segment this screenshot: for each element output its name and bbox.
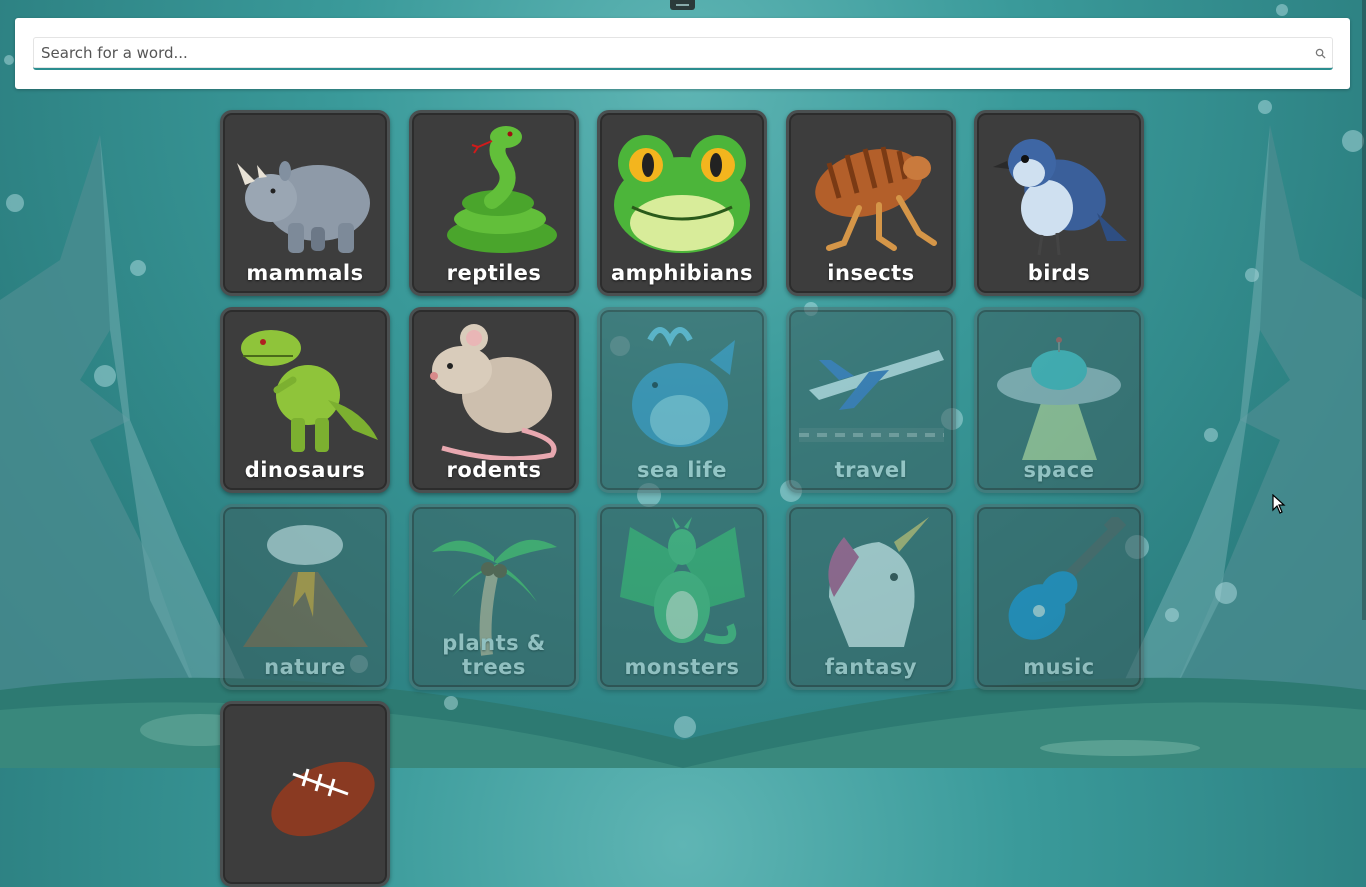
mouse-icon [430,324,557,460]
category-tile-reptiles[interactable]: reptiles [409,110,579,296]
category-label: insects [827,261,915,285]
category-label: fantasy [824,655,918,679]
whale-icon [632,327,735,447]
category-tile-sea-life[interactable]: sea life [597,307,767,493]
snake-icon [447,126,557,253]
category-tile-mammals[interactable]: mammals [220,110,390,296]
category-tile-birds[interactable]: birds [974,110,1144,296]
category-tile-dinosaurs[interactable]: dinosaurs [220,307,390,493]
category-label: nature [264,655,346,679]
search-input[interactable] [33,37,1333,70]
category-label: sea life [637,458,727,482]
category-tile-music[interactable]: music [974,504,1144,690]
rhino-icon [237,161,370,253]
volcano-icon [243,525,368,647]
bird-icon [993,139,1127,256]
category-label: monsters [624,655,740,679]
guitar-icon [1008,517,1127,640]
category-label: birds [1027,261,1091,285]
frog-icon [614,135,750,253]
search-icon[interactable] [1315,48,1326,59]
category-tile-nature[interactable]: nature [220,504,390,690]
ufo-icon [997,337,1121,460]
mouse-cursor [1272,494,1286,514]
category-tile-monsters[interactable]: monsters [597,504,767,690]
category-label: dinosaurs [244,458,366,482]
category-tile-travel[interactable]: travel [786,307,956,493]
airplane-icon [799,350,944,442]
dragon-icon [620,517,745,644]
category-label: amphibians [610,261,754,285]
category-tile-insects[interactable]: insects [786,110,956,296]
unicorn-icon [828,517,929,647]
scrollbar[interactable] [1362,0,1366,620]
category-tile-sports[interactable] [220,701,390,887]
category-label: space [1023,458,1095,482]
category-label: music [1023,655,1095,679]
category-label: mammals [246,261,364,285]
search-panel [15,18,1350,89]
category-tile-fantasy[interactable]: fantasy [786,504,956,690]
category-tile-rodents[interactable]: rodents [409,307,579,493]
category-label: reptiles [446,261,542,285]
dinosaur-icon [241,330,378,452]
category-label: rodents [446,458,542,482]
category-tile-amphibians[interactable]: amphibians [597,110,767,296]
top-handle[interactable] [670,0,695,10]
category-tile-plants-trees[interactable]: plants & trees [409,504,579,690]
flea-icon [815,146,937,251]
category-label: plants & trees [442,631,546,679]
football-icon [271,761,375,837]
category-label: travel [834,458,908,482]
category-tile-space[interactable]: space [974,307,1144,493]
